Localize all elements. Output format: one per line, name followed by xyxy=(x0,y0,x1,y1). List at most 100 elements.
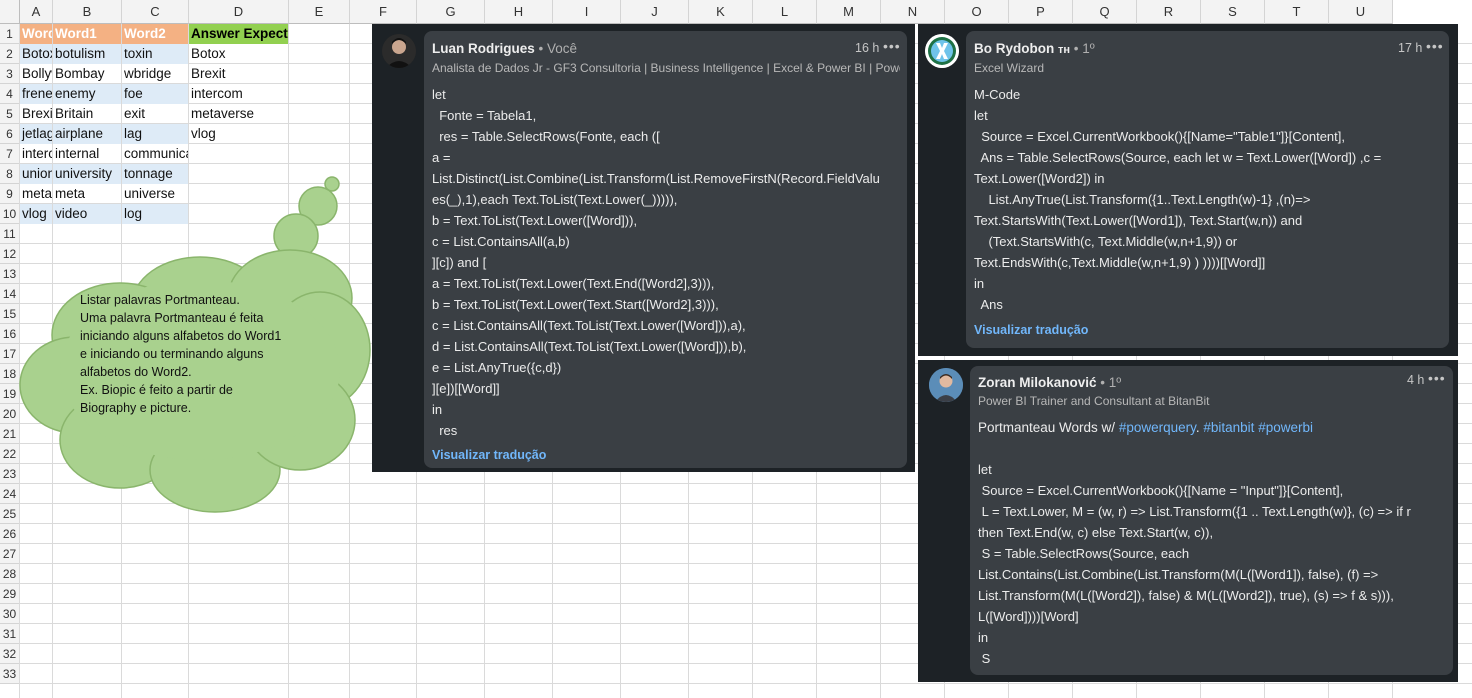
column-header-g[interactable]: G xyxy=(417,0,485,24)
column-header-h[interactable]: H xyxy=(485,0,553,24)
row-header-19[interactable]: 19 xyxy=(0,384,20,404)
row-header-17[interactable]: 17 xyxy=(0,344,20,364)
column-header-u[interactable]: U xyxy=(1329,0,1393,24)
avatar-zoran[interactable] xyxy=(929,368,963,402)
row-header-15[interactable]: 15 xyxy=(0,304,20,324)
row-header-23[interactable]: 23 xyxy=(0,464,20,484)
row-header-22[interactable]: 22 xyxy=(0,444,20,464)
row-header-21[interactable]: 21 xyxy=(0,424,20,444)
row-header-30[interactable]: 30 xyxy=(0,604,20,624)
table-cell[interactable]: Bombay xyxy=(53,64,121,84)
answer-cell[interactable]: metaverse xyxy=(189,104,288,124)
row-header-1[interactable]: 1 xyxy=(0,24,20,44)
row-header-8[interactable]: 8 xyxy=(0,164,20,184)
column-header-c[interactable]: C xyxy=(122,0,189,24)
row-header-28[interactable]: 28 xyxy=(0,564,20,584)
column-header-k[interactable]: K xyxy=(689,0,753,24)
commenter-name[interactable]: Luan Rodrigues • Você xyxy=(432,41,577,56)
column-header-a[interactable]: A xyxy=(20,0,53,24)
row-header-18[interactable]: 18 xyxy=(0,364,20,384)
table-cell[interactable]: internal xyxy=(53,144,121,164)
column-header-m[interactable]: M xyxy=(817,0,881,24)
table-cell[interactable]: foe xyxy=(122,84,188,104)
commenter-name[interactable]: Zoran Milokanović • 1º xyxy=(978,375,1121,390)
translate-link[interactable]: Visualizar tradução xyxy=(432,448,546,462)
row-header-29[interactable]: 29 xyxy=(0,584,20,604)
answer-cell[interactable]: intercom xyxy=(189,84,288,104)
table-cell[interactable]: Bollywood xyxy=(20,64,52,84)
row-header-13[interactable]: 13 xyxy=(0,264,20,284)
row-header-33[interactable]: 33 xyxy=(0,664,20,684)
more-options-icon[interactable]: ••• xyxy=(1426,38,1444,54)
column-header-f[interactable]: F xyxy=(350,0,417,24)
row-header-2[interactable]: 2 xyxy=(0,44,20,64)
table-cell[interactable]: intercom xyxy=(20,144,52,164)
table-cell[interactable]: universe xyxy=(122,184,188,204)
column-header-l[interactable]: L xyxy=(753,0,817,24)
table-header-cell[interactable]: Word1 xyxy=(53,24,121,44)
row-header-9[interactable]: 9 xyxy=(0,184,20,204)
select-all-corner[interactable] xyxy=(0,0,20,24)
row-header-4[interactable]: 4 xyxy=(0,84,20,104)
hashtag-link[interactable]: #powerquery xyxy=(1119,420,1196,435)
hashtag-link[interactable]: #powerbi xyxy=(1258,420,1313,435)
answer-cell[interactable]: Brexit xyxy=(189,64,288,84)
row-header-25[interactable]: 25 xyxy=(0,504,20,524)
table-cell[interactable]: Britain xyxy=(53,104,121,124)
table-cell[interactable]: airplane xyxy=(53,124,121,144)
table-cell[interactable]: wbridge xyxy=(122,64,188,84)
column-header-i[interactable]: I xyxy=(553,0,621,24)
column-header-q[interactable]: Q xyxy=(1073,0,1137,24)
table-cell[interactable]: log xyxy=(122,204,188,224)
row-header-12[interactable]: 12 xyxy=(0,244,20,264)
table-cell[interactable]: metaverse xyxy=(20,184,52,204)
row-header-10[interactable]: 10 xyxy=(0,204,20,224)
row-header-24[interactable]: 24 xyxy=(0,484,20,504)
row-header-16[interactable]: 16 xyxy=(0,324,20,344)
hashtag-link[interactable]: #bitanbit xyxy=(1203,420,1254,435)
table-header-cell[interactable]: Word2 xyxy=(122,24,188,44)
more-options-icon[interactable]: ••• xyxy=(1428,370,1446,386)
row-header-7[interactable]: 7 xyxy=(0,144,20,164)
column-header-t[interactable]: T xyxy=(1265,0,1329,24)
table-cell[interactable]: jetlag xyxy=(20,124,52,144)
table-cell[interactable]: video xyxy=(53,204,121,224)
table-cell[interactable]: communication xyxy=(122,144,188,164)
row-header-6[interactable]: 6 xyxy=(0,124,20,144)
column-header-s[interactable]: S xyxy=(1201,0,1265,24)
table-cell[interactable]: tonnage xyxy=(122,164,188,184)
table-cell[interactable]: Brexit xyxy=(20,104,52,124)
row-header-11[interactable]: 11 xyxy=(0,224,20,244)
table-cell[interactable]: lag xyxy=(122,124,188,144)
row-header-31[interactable]: 31 xyxy=(0,624,20,644)
row-header-5[interactable]: 5 xyxy=(0,104,20,124)
column-header-r[interactable]: R xyxy=(1137,0,1201,24)
commenter-name[interactable]: Bo Rydobon ᴛʜ • 1º xyxy=(974,41,1095,56)
table-cell[interactable]: Botox xyxy=(20,44,52,64)
answer-cell[interactable]: Botox xyxy=(189,44,288,64)
table-cell[interactable]: vlog xyxy=(20,204,52,224)
table-cell[interactable]: botulism xyxy=(53,44,121,64)
table-cell[interactable]: university xyxy=(53,164,121,184)
column-header-n[interactable]: N xyxy=(881,0,945,24)
answer-cell[interactable]: vlog xyxy=(189,124,288,144)
row-header-27[interactable]: 27 xyxy=(0,544,20,564)
avatar-luan[interactable] xyxy=(382,34,416,68)
column-header-p[interactable]: P xyxy=(1009,0,1073,24)
table-cell[interactable]: frenemy xyxy=(20,84,52,104)
column-header-j[interactable]: J xyxy=(621,0,689,24)
row-header-32[interactable]: 32 xyxy=(0,644,20,664)
column-header-b[interactable]: B xyxy=(53,0,122,24)
table-cell[interactable]: union xyxy=(20,164,52,184)
table-cell[interactable]: enemy xyxy=(53,84,121,104)
table-cell[interactable]: meta xyxy=(53,184,121,204)
column-header-o[interactable]: O xyxy=(945,0,1009,24)
column-header-d[interactable]: D xyxy=(189,0,289,24)
more-options-icon[interactable]: ••• xyxy=(883,38,901,54)
row-header-14[interactable]: 14 xyxy=(0,284,20,304)
row-header-3[interactable]: 3 xyxy=(0,64,20,84)
answer-header-cell[interactable]: Answer Expected xyxy=(189,24,288,44)
row-header-26[interactable]: 26 xyxy=(0,524,20,544)
translate-link[interactable]: Visualizar tradução xyxy=(974,323,1088,337)
table-cell[interactable]: exit xyxy=(122,104,188,124)
